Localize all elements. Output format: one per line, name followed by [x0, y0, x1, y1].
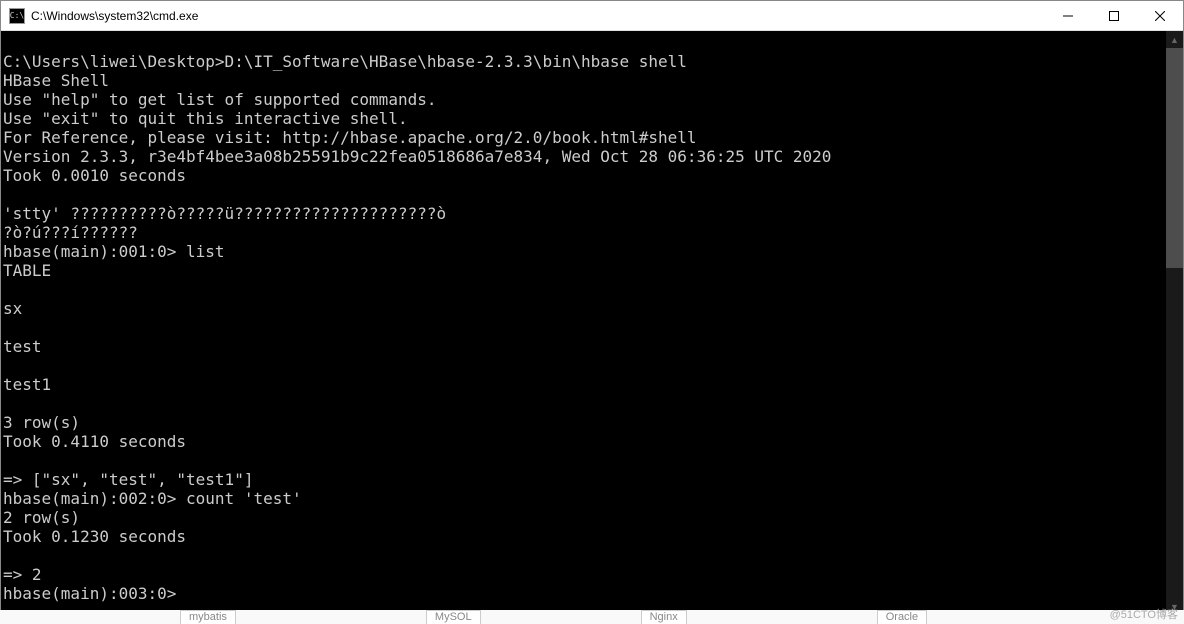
terminal-output[interactable]: C:\Users\liwei\Desktop>D:\IT_Software\HB… [1, 31, 1166, 615]
watermark: @51CTO博客 [1110, 606, 1178, 622]
cmd-window: C:\ C:\Windows\system32\cmd.exe C:\Users… [0, 0, 1184, 616]
titlebar[interactable]: C:\ C:\Windows\system32\cmd.exe [1, 1, 1183, 31]
terminal-area: C:\Users\liwei\Desktop>D:\IT_Software\HB… [1, 31, 1183, 615]
scrollbar-track[interactable] [1166, 48, 1183, 598]
window-controls [1045, 1, 1183, 30]
window-title: C:\Windows\system32\cmd.exe [31, 9, 1045, 23]
scrollbar[interactable]: ▲ ▼ [1166, 31, 1183, 615]
bg-tab: MySOL [426, 610, 481, 624]
background-tabs-strip: mybatis MySOL Nginx Oracle [0, 610, 1184, 624]
scrollbar-thumb[interactable] [1166, 48, 1183, 268]
close-button[interactable] [1137, 1, 1183, 30]
bg-tab: Nginx [641, 610, 687, 624]
bg-tab: Oracle [877, 610, 927, 624]
scrollbar-up-icon[interactable]: ▲ [1166, 31, 1183, 48]
maximize-button[interactable] [1091, 1, 1137, 30]
bg-tab: mybatis [180, 610, 236, 624]
minimize-button[interactable] [1045, 1, 1091, 30]
cmd-icon: C:\ [9, 8, 25, 24]
